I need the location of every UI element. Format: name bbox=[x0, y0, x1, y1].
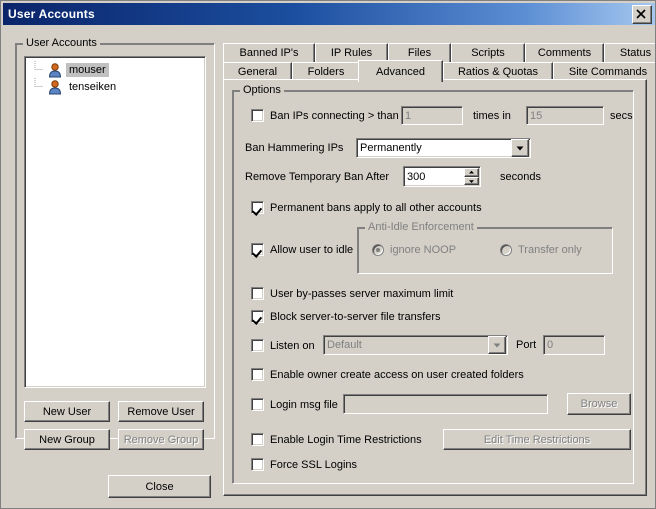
browse-button: Browse bbox=[567, 393, 631, 415]
transfer-only-radio bbox=[500, 244, 512, 256]
tab-scripts[interactable]: Scripts bbox=[451, 43, 525, 62]
tree-line-icon bbox=[34, 78, 43, 87]
login-msg-label: Login msg file bbox=[270, 398, 338, 411]
ban-ips-checkbox[interactable] bbox=[251, 109, 264, 122]
login-msg-row: Login msg file bbox=[251, 398, 338, 411]
spinner-down-icon[interactable] bbox=[464, 176, 479, 185]
user-list[interactable]: mouser tenseiken bbox=[24, 56, 206, 388]
user-icon bbox=[47, 62, 63, 78]
listen-on-select: Default bbox=[323, 335, 508, 355]
list-item-label: mouser bbox=[66, 62, 109, 77]
listen-on-label: Listen on bbox=[270, 339, 315, 352]
port-label: Port bbox=[516, 339, 537, 351]
owner-create-label: Enable owner create access on user creat… bbox=[270, 368, 524, 381]
advanced-tab-panel: Options Ban IPs connecting > than 1 time… bbox=[223, 79, 647, 496]
remove-temp-ban-stepper[interactable] bbox=[464, 168, 479, 185]
chevron-down-icon bbox=[488, 336, 506, 354]
chevron-down-icon[interactable] bbox=[511, 139, 529, 157]
tab-comments[interactable]: Comments bbox=[525, 43, 604, 62]
ban-ips-row: Ban IPs connecting > than bbox=[251, 109, 399, 122]
permanent-bans-checkbox[interactable] bbox=[251, 201, 264, 214]
force-ssl-label: Force SSL Logins bbox=[270, 458, 358, 471]
ban-ips-times-in-label: times in bbox=[473, 110, 511, 122]
list-item-label: tenseiken bbox=[69, 80, 117, 93]
options-group-title: Options bbox=[240, 84, 284, 96]
force-ssl-checkbox[interactable] bbox=[251, 458, 264, 471]
ban-ips-secs-label: secs bbox=[610, 110, 633, 122]
transfer-only-label: Transfer only bbox=[518, 244, 582, 256]
new-user-button[interactable]: New User bbox=[24, 401, 110, 422]
anti-idle-ignore-noop-row: ignore NOOP bbox=[372, 244, 456, 256]
tab-banned-ips[interactable]: Banned IP's bbox=[223, 43, 315, 62]
options-group: Options Ban IPs connecting > than 1 time… bbox=[232, 84, 634, 484]
remove-group-button: Remove Group bbox=[118, 429, 204, 450]
bypass-max-row: User by-passes server maximum limit bbox=[251, 287, 453, 300]
port-input: 0 bbox=[543, 335, 605, 355]
close-button[interactable]: Close bbox=[108, 475, 211, 498]
title-bar-buttons bbox=[632, 4, 652, 24]
list-item[interactable]: mouser bbox=[25, 61, 205, 78]
remove-temp-ban-seconds-label: seconds bbox=[500, 171, 541, 183]
tree-line-icon bbox=[34, 61, 43, 70]
user-accounts-group-title: User Accounts bbox=[23, 37, 100, 49]
anti-idle-group-title: Anti-Idle Enforcement bbox=[365, 221, 477, 233]
tab-advanced[interactable]: Advanced bbox=[358, 60, 443, 82]
edit-time-restrictions-button: Edit Time Restrictions bbox=[443, 429, 631, 450]
close-window-button[interactable] bbox=[632, 4, 652, 24]
owner-create-checkbox[interactable] bbox=[251, 368, 264, 381]
new-group-button[interactable]: New Group bbox=[24, 429, 110, 450]
spinner-up-icon[interactable] bbox=[464, 168, 479, 177]
remove-temp-ban-label: Remove Temporary Ban After bbox=[245, 171, 390, 183]
ban-ips-count-input[interactable]: 1 bbox=[401, 106, 463, 125]
allow-idle-label: Allow user to idle bbox=[270, 243, 354, 256]
user-accounts-group: User Accounts mouser tenseiken New User … bbox=[15, 37, 215, 450]
ban-ips-label: Ban IPs connecting > than bbox=[270, 109, 399, 122]
ban-hammering-value: Permanently bbox=[360, 142, 422, 154]
block-fxp-label: Block server-to-server file transfers bbox=[270, 310, 441, 323]
ban-ips-seconds-input[interactable]: 15 bbox=[526, 106, 604, 125]
ignore-noop-label: ignore NOOP bbox=[390, 244, 457, 256]
login-time-row: Enable Login Time Restrictions bbox=[251, 433, 422, 446]
login-msg-checkbox[interactable] bbox=[251, 398, 264, 411]
ban-hammering-select[interactable]: Permanently bbox=[356, 138, 531, 158]
listen-on-row: Listen on bbox=[251, 339, 315, 352]
list-item[interactable]: tenseiken bbox=[25, 78, 205, 95]
ignore-noop-radio bbox=[372, 244, 384, 256]
anti-idle-group: Anti-Idle Enforcement ignore NOOP Transf… bbox=[357, 221, 613, 274]
bypass-max-label: User by-passes server maximum limit bbox=[270, 287, 454, 300]
force-ssl-row: Force SSL Logins bbox=[251, 458, 357, 471]
owner-create-row: Enable owner create access on user creat… bbox=[251, 368, 524, 381]
permanent-bans-label: Permanent bans apply to all other accoun… bbox=[270, 201, 482, 214]
bypass-max-checkbox[interactable] bbox=[251, 287, 264, 300]
tab-bar: Banned IP's IP Rules Files Scripts Comme… bbox=[223, 43, 655, 82]
user-accounts-dialog: User Accounts User Accounts mouser tense… bbox=[0, 0, 656, 509]
allow-idle-row: Allow user to idle bbox=[251, 243, 353, 256]
login-time-label: Enable Login Time Restrictions bbox=[270, 433, 422, 446]
listen-on-checkbox[interactable] bbox=[251, 339, 264, 352]
login-time-checkbox[interactable] bbox=[251, 433, 264, 446]
window-title: User Accounts bbox=[8, 7, 95, 21]
title-bar: User Accounts bbox=[3, 3, 655, 25]
permanent-bans-row: Permanent bans apply to all other accoun… bbox=[251, 201, 482, 214]
tab-status[interactable]: Status bbox=[604, 43, 655, 62]
allow-idle-checkbox[interactable] bbox=[251, 243, 264, 256]
anti-idle-transfer-only-row: Transfer only bbox=[500, 244, 582, 256]
remove-user-button[interactable]: Remove User bbox=[118, 401, 204, 422]
ban-hammering-label: Ban Hammering IPs bbox=[245, 142, 344, 154]
login-msg-input bbox=[343, 394, 548, 414]
block-fxp-row: Block server-to-server file transfers bbox=[251, 310, 441, 323]
listen-on-value: Default bbox=[327, 339, 362, 351]
user-icon bbox=[47, 79, 63, 95]
block-fxp-checkbox[interactable] bbox=[251, 310, 264, 323]
